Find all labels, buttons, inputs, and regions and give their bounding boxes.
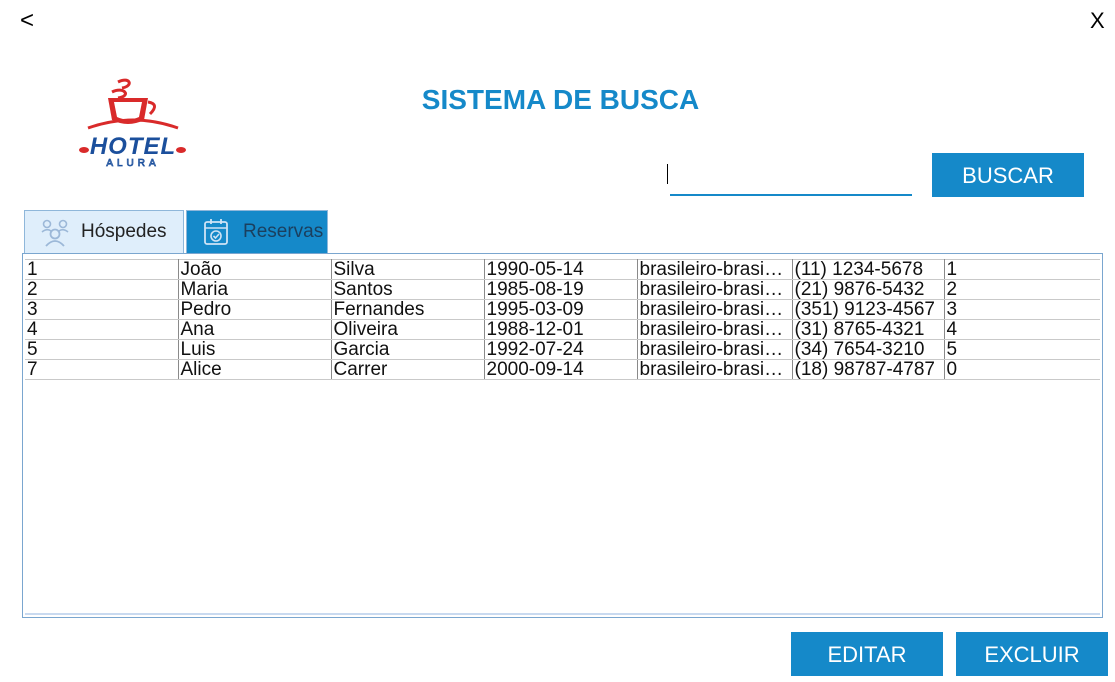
cell-first-name: Maria bbox=[178, 279, 332, 300]
table-row[interactable]: 5 Luis Garcia 1992-07-24 brasileiro-bras… bbox=[25, 339, 1100, 360]
cell-nationality: brasileiro-brasi… bbox=[637, 339, 793, 360]
cell-birth-date: 1990-05-14 bbox=[484, 259, 638, 280]
cell-id: 2 bbox=[25, 279, 179, 300]
cell-id: 3 bbox=[25, 299, 179, 320]
cell-phone: (34) 7654-3210 bbox=[792, 339, 945, 360]
cell-first-name: Alice bbox=[178, 359, 332, 380]
tab-guests-label: Hóspedes bbox=[81, 221, 167, 242]
back-button[interactable]: < bbox=[20, 6, 34, 36]
cell-last-name: Silva bbox=[331, 259, 485, 280]
table-row[interactable]: 1 João Silva 1990-05-14 brasileiro-brasi… bbox=[25, 259, 1100, 280]
cell-nationality: brasileiro-brasi… bbox=[637, 359, 793, 380]
cell-id: 5 bbox=[25, 339, 179, 360]
guests-table-panel: 1 João Silva 1990-05-14 brasileiro-brasi… bbox=[22, 253, 1103, 618]
cell-phone: (11) 1234-5678 bbox=[792, 259, 945, 280]
cell-phone: (351) 9123-4567 bbox=[792, 299, 945, 320]
logo-main-text: HOTEL bbox=[90, 133, 176, 160]
close-button[interactable]: X bbox=[1090, 6, 1105, 36]
cell-booking-id: 2 bbox=[944, 279, 1100, 300]
table-row[interactable]: 3 Pedro Fernandes 1995-03-09 brasileiro-… bbox=[25, 299, 1100, 320]
cell-phone: (21) 9876-5432 bbox=[792, 279, 945, 300]
delete-button[interactable]: EXCLUIR bbox=[956, 632, 1108, 676]
cell-id: 7 bbox=[25, 359, 179, 380]
tab-bookings-label: Reservas bbox=[243, 221, 324, 242]
text-caret bbox=[667, 164, 668, 184]
table-row[interactable]: 7 Alice Carrer 2000-09-14 brasileiro-bra… bbox=[25, 359, 1100, 380]
cell-booking-id: 4 bbox=[944, 319, 1100, 340]
table-row[interactable]: 2 Maria Santos 1985-08-19 brasileiro-bra… bbox=[25, 279, 1100, 300]
search-input[interactable] bbox=[670, 160, 912, 196]
cell-id: 1 bbox=[25, 259, 179, 280]
cell-phone: (18) 98787-4787 bbox=[792, 359, 945, 380]
cell-birth-date: 1988-12-01 bbox=[484, 319, 638, 340]
tab-bar: Hóspedes Reservas bbox=[24, 210, 328, 254]
calendar-icon bbox=[201, 216, 233, 248]
cell-nationality: brasileiro-brasi… bbox=[637, 259, 793, 280]
cell-last-name: Oliveira bbox=[331, 319, 485, 340]
cell-booking-id: 1 bbox=[944, 259, 1100, 280]
cell-birth-date: 1985-08-19 bbox=[484, 279, 638, 300]
search-button[interactable]: BUSCAR bbox=[932, 153, 1084, 197]
cell-booking-id: 0 bbox=[944, 359, 1100, 380]
cell-birth-date: 1995-03-09 bbox=[484, 299, 638, 320]
logo-sub-text: ALURA bbox=[106, 158, 159, 168]
guests-table: 1 João Silva 1990-05-14 brasileiro-brasi… bbox=[25, 259, 1100, 380]
cell-last-name: Garcia bbox=[331, 339, 485, 360]
cell-last-name: Santos bbox=[331, 279, 485, 300]
edit-button[interactable]: EDITAR bbox=[791, 632, 943, 676]
guests-table-viewport: 1 João Silva 1990-05-14 brasileiro-brasi… bbox=[25, 259, 1100, 615]
cell-first-name: Luis bbox=[178, 339, 332, 360]
cell-nationality: brasileiro-brasi… bbox=[637, 299, 793, 320]
cell-birth-date: 2000-09-14 bbox=[484, 359, 638, 380]
cell-id: 4 bbox=[25, 319, 179, 340]
cell-last-name: Carrer bbox=[331, 359, 485, 380]
cell-first-name: Ana bbox=[178, 319, 332, 340]
cell-nationality: brasileiro-brasi… bbox=[637, 279, 793, 300]
cell-last-name: Fernandes bbox=[331, 299, 485, 320]
cell-phone: (31) 8765-4321 bbox=[792, 319, 945, 340]
table-row[interactable]: 4 Ana Oliveira 1988-12-01 brasileiro-bra… bbox=[25, 319, 1100, 340]
tab-bookings[interactable]: Reservas bbox=[186, 210, 328, 253]
cell-nationality: brasileiro-brasi… bbox=[637, 319, 793, 340]
cell-booking-id: 3 bbox=[944, 299, 1100, 320]
tab-guests[interactable]: Hóspedes bbox=[24, 210, 184, 253]
cell-first-name: João bbox=[178, 259, 332, 280]
cell-birth-date: 1992-07-24 bbox=[484, 339, 638, 360]
cell-first-name: Pedro bbox=[178, 299, 332, 320]
page-title: SISTEMA DE BUSCA bbox=[421, 84, 700, 115]
cell-booking-id: 5 bbox=[944, 339, 1100, 360]
guests-icon bbox=[39, 216, 71, 248]
